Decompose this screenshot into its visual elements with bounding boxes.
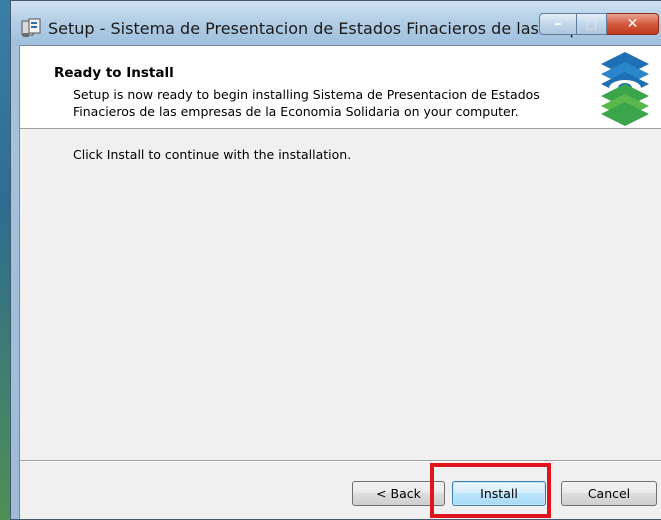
maximize-icon: □	[585, 17, 598, 31]
maximize-button[interactable]: □	[577, 13, 607, 35]
close-icon: ✕	[626, 16, 639, 32]
minimize-icon: –	[554, 16, 562, 32]
button-area-divider	[20, 460, 661, 462]
wizard-header: Ready to Install Setup is now ready to b…	[20, 46, 661, 129]
setup-window: Setup - Sistema de Presentacion de Estad…	[10, 0, 661, 520]
company-logo	[601, 52, 649, 126]
cancel-button[interactable]: Cancel	[561, 481, 657, 506]
close-button[interactable]: ✕	[607, 13, 659, 35]
page-title: Ready to Install	[54, 65, 174, 81]
wizard-client-area: Ready to Install Setup is now ready to b…	[19, 45, 661, 519]
install-highlight-box	[430, 463, 551, 518]
title-bar[interactable]: Setup - Sistema de Presentacion de Estad…	[11, 1, 661, 45]
window-title: Setup - Sistema de Presentacion de Estad…	[48, 19, 600, 38]
page-description: Setup is now ready to begin installing S…	[73, 87, 540, 119]
minimize-button[interactable]: –	[539, 13, 577, 35]
install-instruction: Click Install to continue with the insta…	[73, 147, 352, 162]
window-controls: – □ ✕	[539, 13, 659, 35]
installer-icon	[21, 18, 41, 37]
